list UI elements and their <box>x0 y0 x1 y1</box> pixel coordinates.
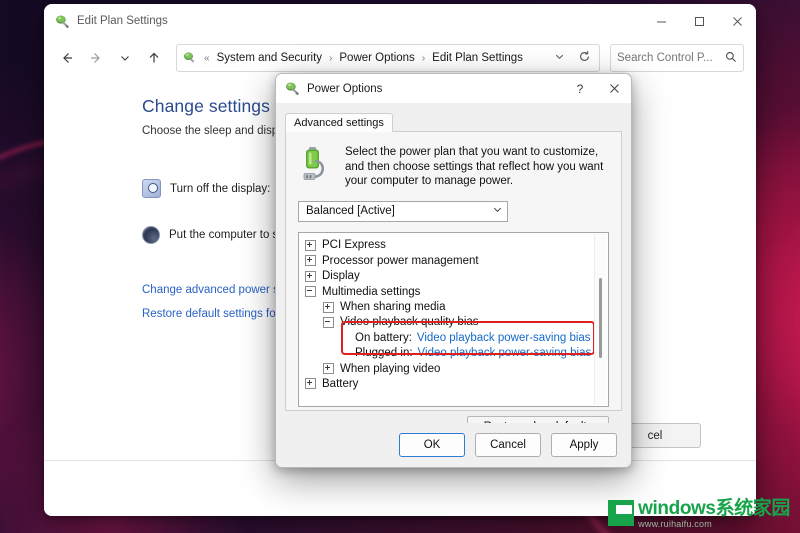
tab-advanced-settings[interactable]: Advanced settings <box>285 113 393 132</box>
tree-item-video-playback-quality-bias[interactable]: Video playback quality bias <box>305 315 608 330</box>
control-panel-window-buttons <box>642 4 756 38</box>
search-placeholder: Search Control P... <box>617 52 713 64</box>
cancel-button[interactable]: Cancel <box>475 433 541 457</box>
breadcrumb-item-edit-plan-settings[interactable]: Edit Plan Settings <box>432 52 523 64</box>
expander-minus-icon[interactable] <box>305 286 316 298</box>
tree-items: PCI Express Processor power management D… <box>299 233 608 392</box>
control-panel-titlebar: Edit Plan Settings <box>44 4 756 38</box>
up-button[interactable] <box>141 45 167 71</box>
maximize-button[interactable] <box>680 4 718 38</box>
advanced-settings-tree[interactable]: PCI Express Processor power management D… <box>298 231 609 407</box>
tree-item-battery[interactable]: Battery <box>305 376 608 391</box>
dialog-title-group: Power Options <box>276 81 382 96</box>
expander-plus-icon[interactable] <box>323 301 334 313</box>
tree-item-label: Battery <box>322 377 359 390</box>
address-bar-power-plug-icon <box>183 51 197 65</box>
apply-button[interactable]: Apply <box>551 433 617 457</box>
forward-button[interactable] <box>83 45 109 71</box>
tree-leaf-label: On battery: <box>355 331 412 344</box>
tree-leaf-label: Plugged in: <box>355 347 413 360</box>
breadcrumb-separator: › <box>421 52 426 64</box>
tree-leaf-value[interactable]: Video playback power-saving bias <box>418 347 592 359</box>
tree-scrollbar-thumb[interactable] <box>599 277 602 358</box>
watermark-url: www.ruihaifu.com <box>638 519 712 529</box>
tree-leaf-plugged-in[interactable]: Plugged in: Video playback power-saving … <box>305 346 608 361</box>
tree-item-when-playing-video[interactable]: When playing video <box>305 361 608 376</box>
dialog-description-text: Select the power plan that you want to c… <box>345 146 604 188</box>
minimize-button[interactable] <box>642 4 680 38</box>
dialog-title: Power Options <box>307 82 383 95</box>
tree-item-label: PCI Express <box>322 239 386 252</box>
screenshot-root: Edit Plan Settings « System and Security… <box>0 0 800 533</box>
dialog-tab-panel: Select the power plan that you want to c… <box>285 131 622 439</box>
expander-plus-icon[interactable] <box>305 270 316 282</box>
watermark-logo-icon <box>608 500 635 526</box>
site-watermark: windows系统家园 www.ruihaifu.com <box>608 499 790 529</box>
control-panel-navbar: « System and Security › Power Options › … <box>44 38 756 78</box>
dialog-help-button[interactable]: ? <box>563 74 597 103</box>
dialog-window-buttons: ? <box>563 74 631 103</box>
battery-plug-icon <box>300 145 334 181</box>
tree-item-label: Video playback quality bias <box>340 316 479 329</box>
address-bar[interactable]: « System and Security › Power Options › … <box>176 44 600 72</box>
back-button[interactable] <box>54 45 80 71</box>
dialog-button-bar: OK Cancel Apply <box>276 423 631 467</box>
recent-locations-chevron-down-icon[interactable] <box>112 45 138 71</box>
address-bar-chevron-down-icon[interactable] <box>546 51 573 65</box>
tree-item-pci-express[interactable]: PCI Express <box>305 238 608 253</box>
search-input[interactable]: Search Control P... <box>610 44 744 72</box>
close-button[interactable] <box>718 4 756 38</box>
breadcrumb-separator: › <box>329 52 333 64</box>
tree-leaf-on-battery[interactable]: On battery: Video playback power-saving … <box>305 330 608 345</box>
tree-item-processor-power-management[interactable]: Processor power management <box>305 253 608 268</box>
breadcrumb-item-system-and-security[interactable]: System and Security <box>217 52 322 64</box>
refresh-icon[interactable] <box>578 50 595 66</box>
watermark-brand: windows系统家园 <box>638 498 790 519</box>
tree-item-multimedia-settings[interactable]: Multimedia settings <box>305 284 608 299</box>
tree-item-label: Multimedia settings <box>322 285 421 298</box>
chevron-down-icon[interactable] <box>492 204 503 218</box>
expander-minus-icon[interactable] <box>323 316 334 328</box>
dialog-tabstrip: Advanced settings <box>285 112 622 132</box>
tree-item-label: When sharing media <box>340 301 446 314</box>
watermark-text-group: windows系统家园 www.ruihaifu.com <box>638 499 790 529</box>
tree-scrollbar[interactable] <box>594 233 607 405</box>
search-icon[interactable] <box>725 51 737 66</box>
control-panel-title: Edit Plan Settings <box>77 15 168 27</box>
display-clock-icon <box>142 179 161 198</box>
setting-label-put-computer-to-sleep: Put the computer to sl <box>169 229 281 241</box>
expander-plus-icon[interactable] <box>323 363 334 375</box>
tree-leaf-value[interactable]: Video playback power-saving bias <box>417 332 591 344</box>
expander-plus-icon[interactable] <box>305 255 316 267</box>
dialog-content: Advanced settings Select the power plan … <box>276 104 631 439</box>
tree-item-when-sharing-media[interactable]: When sharing media <box>305 299 608 314</box>
dialog-description-row: Select the power plan that you want to c… <box>296 142 611 189</box>
expander-plus-icon[interactable] <box>305 378 316 390</box>
power-plug-icon <box>55 14 70 29</box>
breadcrumb-overflow[interactable]: « <box>202 53 212 64</box>
tree-item-label: Display <box>322 270 360 283</box>
dialog-titlebar: Power Options ? <box>276 74 631 104</box>
tree-item-display[interactable]: Display <box>305 269 608 284</box>
tree-item-label: Processor power management <box>322 254 479 267</box>
power-plan-select[interactable]: Balanced [Active] <box>298 200 508 222</box>
sleep-moon-icon <box>142 226 160 244</box>
setting-label-turn-off-display: Turn off the display: <box>170 182 271 195</box>
ok-button[interactable]: OK <box>399 433 465 457</box>
dialog-close-icon[interactable] <box>597 74 631 103</box>
tree-item-label: When playing video <box>340 362 441 375</box>
expander-plus-icon[interactable] <box>305 239 316 251</box>
power-plan-select-value: Balanced [Active] <box>306 205 395 218</box>
control-panel-title-group: Edit Plan Settings <box>44 14 168 29</box>
breadcrumb-item-power-options[interactable]: Power Options <box>339 52 414 64</box>
dialog-power-plug-icon <box>285 81 300 96</box>
power-options-dialog: Power Options ? Advanced settings Select… <box>275 73 632 468</box>
